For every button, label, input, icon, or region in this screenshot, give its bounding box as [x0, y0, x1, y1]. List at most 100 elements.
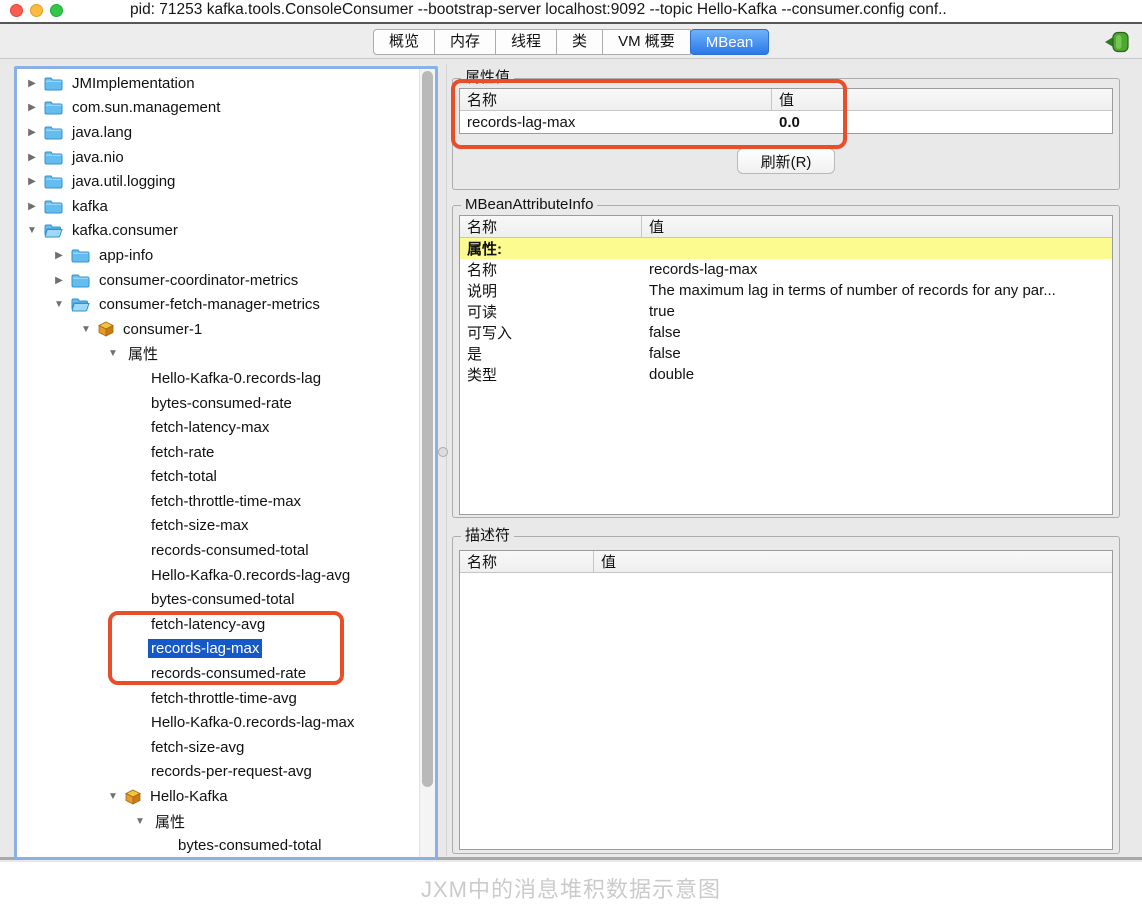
- close-button[interactable]: [10, 4, 23, 17]
- tab-overview[interactable]: 概览: [373, 29, 435, 55]
- expanded-arrow-icon[interactable]: ▼: [25, 225, 39, 236]
- cell-name: 是: [460, 343, 642, 364]
- split-divider[interactable]: [446, 64, 447, 856]
- tree-item-label: kafka: [69, 197, 111, 216]
- tab-mbeans[interactable]: MBean: [690, 29, 770, 55]
- tree-item-kafka[interactable]: ▶ kafka: [17, 194, 418, 219]
- tree-item-fetch-latency-max[interactable]: fetch-latency-max: [17, 415, 418, 440]
- tab-classes[interactable]: 类: [557, 29, 603, 55]
- tree-item-hello-kafka-0-records-lag[interactable]: Hello-Kafka-0.records-lag: [17, 366, 418, 391]
- tree-item-bytes-consumed-total-topic[interactable]: bytes-consumed-total: [17, 833, 418, 858]
- table-row[interactable]: 说明The maximum lag in terms of number of …: [460, 280, 1112, 301]
- tree-item-fetch-size-max[interactable]: fetch-size-max: [17, 514, 418, 539]
- column-header-name[interactable]: 名称: [460, 89, 772, 110]
- table-row-highlighted[interactable]: 属性:: [460, 238, 1112, 259]
- group-title-descriptor: 描述符: [461, 527, 514, 545]
- tree-item-label: fetch-size-avg: [148, 738, 247, 757]
- tree-item-com-sun-management[interactable]: ▶ com.sun.management: [17, 96, 418, 121]
- column-header-value[interactable]: 值: [772, 89, 1112, 110]
- tab-threads[interactable]: 线程: [496, 29, 557, 55]
- tree-item-fetch-rate[interactable]: fetch-rate: [17, 440, 418, 465]
- tree-item-label: records-consumed-rate: [148, 664, 309, 683]
- expanded-arrow-icon[interactable]: ▼: [106, 348, 120, 359]
- tree-item-label: records-lag-max: [148, 639, 262, 658]
- tree-item-records-lag-max[interactable]: records-lag-max: [17, 637, 418, 662]
- expanded-arrow-icon[interactable]: ▼: [79, 324, 93, 335]
- collapsed-arrow-icon[interactable]: ▶: [25, 78, 39, 89]
- tree-item-bytes-consumed-rate[interactable]: bytes-consumed-rate: [17, 391, 418, 416]
- maximize-button[interactable]: [50, 4, 63, 17]
- expanded-arrow-icon[interactable]: ▼: [106, 791, 120, 802]
- minimize-button[interactable]: [30, 4, 43, 17]
- collapsed-arrow-icon[interactable]: ▶: [25, 127, 39, 138]
- refresh-button[interactable]: 刷新(R): [737, 148, 835, 174]
- tree-item-app-info[interactable]: ▶app-info: [17, 243, 418, 268]
- tree-item-label: bytes-consumed-rate: [148, 394, 295, 413]
- tree-scrollbar-thumb[interactable]: [422, 71, 433, 787]
- tree-item-attributes-consumer-1[interactable]: ▼属性: [17, 342, 418, 367]
- collapsed-arrow-icon[interactable]: ▶: [52, 275, 66, 286]
- splitter-handle[interactable]: [438, 447, 448, 457]
- tree-item-records-consumed-total[interactable]: records-consumed-total: [17, 538, 418, 563]
- tree-item-jmimplementation[interactable]: ▶JMImplementation: [17, 71, 418, 96]
- table-row[interactable]: 名称records-lag-max: [460, 259, 1112, 280]
- folder-icon: [71, 248, 90, 263]
- tree-item-java-nio[interactable]: ▶java.nio: [17, 145, 418, 170]
- tree-item-label: consumer-coordinator-metrics: [96, 271, 301, 290]
- mbean-attribute-info-table: 名称值属性:名称records-lag-max说明The maximum lag…: [459, 215, 1113, 515]
- folder-open-icon: [71, 297, 90, 312]
- collapsed-arrow-icon[interactable]: ▶: [25, 102, 39, 113]
- folder-icon: [71, 273, 90, 288]
- tree-item-label: java.util.logging: [69, 172, 178, 191]
- tree-item-bytes-consumed-total[interactable]: bytes-consumed-total: [17, 587, 418, 612]
- tree-item-label: consumer-fetch-manager-metrics: [96, 295, 323, 314]
- collapsed-arrow-icon[interactable]: ▶: [52, 250, 66, 261]
- mbean-tree-panel[interactable]: ▶JMImplementation▶com.sun.management▶jav…: [14, 66, 438, 860]
- tree-item-label: kafka.consumer: [69, 221, 181, 240]
- folder-open-icon: [44, 223, 63, 238]
- table-row[interactable]: records-lag-max0.0: [460, 111, 1112, 133]
- table-row[interactable]: 类型double: [460, 364, 1112, 385]
- tree-item-fetch-size-avg[interactable]: fetch-size-avg: [17, 735, 418, 760]
- tree-item-label: com.sun.management: [69, 98, 223, 117]
- table-header: 名称值: [460, 551, 1112, 573]
- table-row[interactable]: 可读true: [460, 301, 1112, 322]
- tab-memory[interactable]: 内存: [435, 29, 496, 55]
- tree-item-java-lang[interactable]: ▶java.lang: [17, 120, 418, 145]
- tree-item-kafka-consumer[interactable]: ▼ kafka.consumer: [17, 219, 418, 244]
- column-header-name[interactable]: 名称: [460, 216, 642, 237]
- tab-vm-summary[interactable]: VM 概要: [603, 29, 691, 55]
- cell-value: false: [642, 345, 1112, 362]
- collapsed-arrow-icon[interactable]: ▶: [25, 176, 39, 187]
- column-header-value[interactable]: 值: [594, 551, 1112, 572]
- folder-icon: [44, 76, 63, 91]
- tree-item-fetch-throttle-time-max[interactable]: fetch-throttle-time-max: [17, 489, 418, 514]
- expanded-arrow-icon[interactable]: ▼: [52, 299, 66, 310]
- tree-item-fetch-throttle-time-avg[interactable]: fetch-throttle-time-avg: [17, 686, 418, 711]
- tree-scrollbar[interactable]: [419, 69, 435, 857]
- tab-bar: 概览内存线程类VM 概要MBean: [0, 24, 1142, 59]
- collapsed-arrow-icon[interactable]: ▶: [25, 201, 39, 212]
- tree-item-records-consumed-rate[interactable]: records-consumed-rate: [17, 661, 418, 686]
- column-header-value[interactable]: 值: [642, 216, 1112, 237]
- tree-item-label: records-per-request-avg: [148, 762, 315, 781]
- tree-item-consumer-fetch-manager-metrics[interactable]: ▼ consumer-fetch-manager-metrics: [17, 292, 418, 317]
- tree-item-label: records-consumed-total: [148, 541, 312, 560]
- tree-item-consumer-coordinator-metrics[interactable]: ▶ consumer-coordinator-metrics: [17, 268, 418, 293]
- tree-item-attributes-hello-kafka[interactable]: ▼属性: [17, 809, 418, 834]
- tree-item-fetch-latency-avg[interactable]: fetch-latency-avg: [17, 612, 418, 637]
- column-header-name[interactable]: 名称: [460, 551, 594, 572]
- table-row[interactable]: 可写入false: [460, 322, 1112, 343]
- expanded-arrow-icon[interactable]: ▼: [133, 816, 147, 827]
- tree-item-java-util-logging[interactable]: ▶ java.util.logging: [17, 169, 418, 194]
- group-title-mbean-attribute-info: MBeanAttributeInfo: [461, 196, 597, 214]
- tree-item-hello-kafka-0-records-lag-avg[interactable]: Hello-Kafka-0.records-lag-avg: [17, 563, 418, 588]
- table-row[interactable]: 是false: [460, 343, 1112, 364]
- window-title: pid: 71253 kafka.tools.ConsoleConsumer -…: [130, 1, 1142, 19]
- tree-item-hello-kafka-0-records-lag-max[interactable]: Hello-Kafka-0.records-lag-max: [17, 710, 418, 735]
- tree-item-fetch-total[interactable]: fetch-total: [17, 465, 418, 490]
- tree-item-records-per-request-avg[interactable]: records-per-request-avg: [17, 760, 418, 785]
- collapsed-arrow-icon[interactable]: ▶: [25, 152, 39, 163]
- tree-item-consumer-1[interactable]: ▼consumer-1: [17, 317, 418, 342]
- tree-item-hello-kafka[interactable]: ▼Hello-Kafka: [17, 784, 418, 809]
